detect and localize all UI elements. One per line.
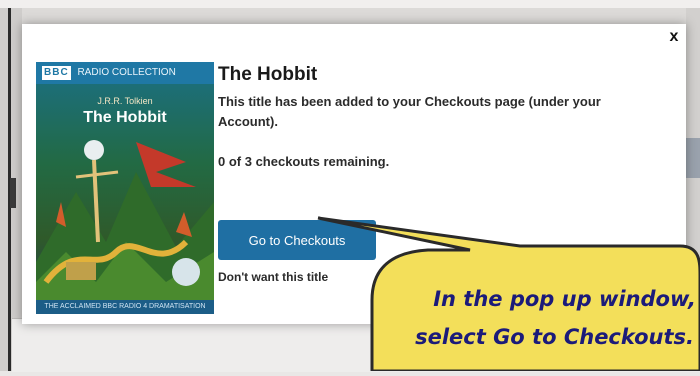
cover-title: The Hobbit [83,109,167,126]
cover-series-badge: BBC [42,66,71,80]
cover-footer: THE ACCLAIMED BBC RADIO 4 DRAMATISATION [36,300,214,314]
backdrop-right-panel [686,8,700,371]
close-icon[interactable]: x [666,28,682,46]
backdrop-left-panel [0,8,22,371]
cover-author: J.R.R. Tolkien [97,96,153,106]
checkouts-remaining: 0 of 3 checkouts remaining. [218,154,390,169]
cover-illustration [36,140,214,302]
backdrop-top-strip [0,0,700,8]
cover-series-banner: BBC RADIO COLLECTION [36,62,214,84]
backdrop-left-nick [10,178,16,208]
dont-want-title-link[interactable]: Don't want this title [218,270,328,284]
backdrop-right-band [686,138,700,178]
added-message: This title has been added to your Checko… [218,94,601,129]
checkout-confirmation-modal: x BBC RADIO COLLECTION J.R.R. Tolkien Th… [22,24,686,324]
modal-content: The Hobbit This title has been added to … [218,64,658,284]
cover-series-label: RADIO COLLECTION [77,67,176,78]
go-to-checkouts-button[interactable]: Go to Checkouts [218,220,376,260]
book-title: The Hobbit [218,64,318,85]
backdrop-bottom-bar [12,318,700,372]
book-cover-image: BBC RADIO COLLECTION J.R.R. Tolkien The … [36,62,214,314]
